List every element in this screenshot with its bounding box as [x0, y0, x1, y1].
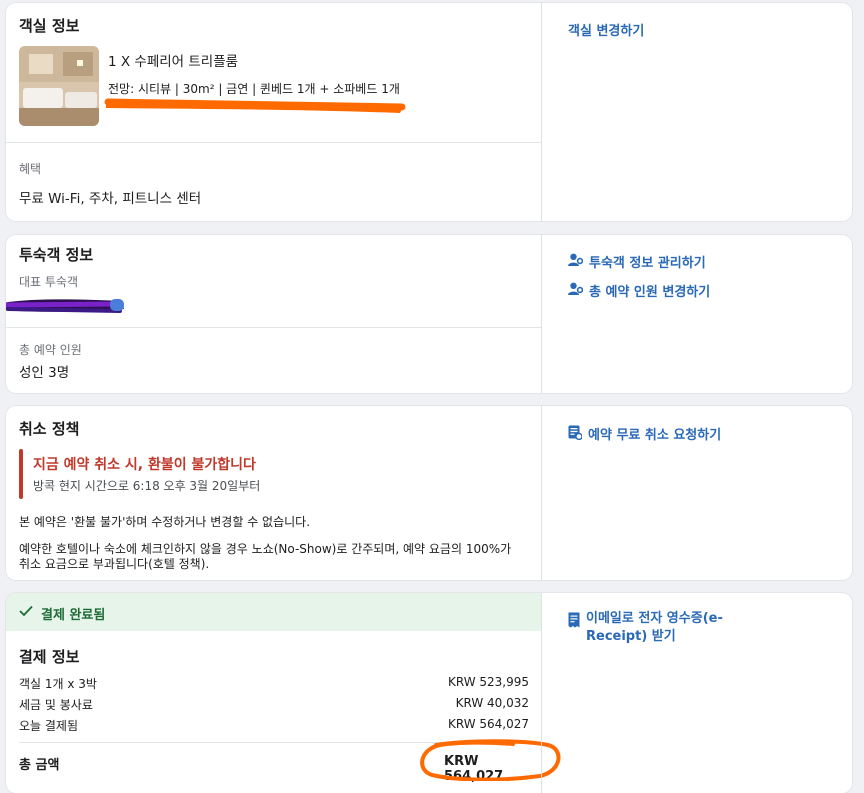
room-details: 전망: 시티뷰 | 30m² | 금연 | 퀸베드 1개 + 소파베드 1개	[108, 82, 400, 96]
payment-row: 객실 1개 x 3박 KRW 523,995	[19, 675, 529, 692]
room-info-title: 객실 정보	[19, 17, 80, 35]
guest-info-card: 투숙객 정보 대표 투숙객 총 예약 인원 성인 3명 투숙객 정보 관리하기	[6, 235, 852, 393]
payment-row-label: 객실 1개 x 3박	[19, 677, 97, 691]
cancellation-card: 취소 정책 지금 예약 취소 시, 환불이 불가합니다 방콕 현지 시간으로 6…	[6, 406, 852, 580]
email-receipt-label-line2: Receipt) 받기	[586, 629, 676, 644]
free-cancel-request-link[interactable]: 예약 무료 취소 요청하기	[568, 424, 721, 443]
payment-row-label: 오늘 결제됨	[19, 719, 79, 733]
email-receipt-label-line1: 이메일로 전자 영수증(e-	[586, 611, 723, 626]
total-amount-label: 총 금액	[19, 758, 60, 773]
room-photo[interactable]	[19, 46, 99, 126]
redacted-name	[6, 299, 124, 313]
change-guest-count-label: 총 예약 인원 변경하기	[589, 285, 711, 300]
warning-bar	[19, 449, 23, 499]
free-cancel-request-label: 예약 무료 취소 요청하기	[588, 428, 722, 443]
user-gear-icon	[568, 253, 583, 266]
payment-info-title: 결제 정보	[19, 648, 80, 666]
room-info-card: 객실 정보 1 X 수페리어 트리플룸 전망: 시티뷰 | 30m² | 금연 …	[6, 3, 852, 221]
benefits-value: 무료 Wi-Fi, 주차, 피트니스 센터	[19, 191, 202, 207]
document-cancel-icon	[568, 425, 582, 440]
manage-guest-link[interactable]: 투숙객 정보 관리하기	[568, 252, 706, 271]
receipt-icon	[568, 612, 580, 628]
orange-underline-annotation	[104, 98, 406, 113]
guest-info-title: 투숙객 정보	[19, 246, 94, 264]
user-gear-icon	[568, 282, 583, 295]
manage-guest-label: 투숙객 정보 관리하기	[589, 256, 706, 271]
payment-row-value: KRW 523,995	[447, 675, 529, 689]
main-guest-label: 대표 투숙객	[19, 275, 79, 289]
email-receipt-link[interactable]: 이메일로 전자 영수증(e- Receipt) 받기	[568, 610, 723, 646]
noshow-note-line2: 취소 요금으로 부과됩니다(호텔 정책).	[19, 557, 210, 571]
change-guest-count-link[interactable]: 총 예약 인원 변경하기	[568, 281, 710, 300]
nonrefundable-note: 본 예약은 '환불 불가'하며 수정하거나 변경할 수 없습니다.	[19, 515, 311, 529]
change-room-link[interactable]: 객실 변경하기	[568, 20, 644, 39]
payment-status: 결제 완료됨	[41, 608, 106, 623]
checkmark-icon	[19, 605, 33, 617]
benefits-label: 혜택	[19, 162, 42, 176]
payment-row: 오늘 결제됨 KRW 564,027	[19, 717, 529, 734]
payment-row-value: KRW 40,032	[455, 696, 529, 710]
payment-row-label: 세금 및 봉사료	[19, 698, 93, 712]
payment-row-value: KRW 564,027	[447, 717, 529, 731]
payment-card: 결제 완료됨 결제 정보 객실 1개 x 3박 KRW 523,995 세금 및…	[6, 593, 852, 793]
total-guests-label: 총 예약 인원	[19, 343, 82, 357]
payment-status-banner: 결제 완료됨	[6, 593, 541, 631]
cancel-since: 방콕 현지 시간으로 6:18 오후 3월 20일부터	[33, 479, 261, 493]
payment-row: 세금 및 봉사료 KRW 40,032	[19, 696, 529, 713]
room-name: 1 X 수페리어 트리플룸	[108, 54, 239, 70]
cancellation-title: 취소 정책	[19, 420, 80, 438]
change-room-label: 객실 변경하기	[568, 24, 645, 39]
refund-warning: 지금 예약 취소 시, 환불이 불가합니다	[33, 457, 256, 473]
total-guests-value: 성인 3명	[19, 365, 70, 381]
